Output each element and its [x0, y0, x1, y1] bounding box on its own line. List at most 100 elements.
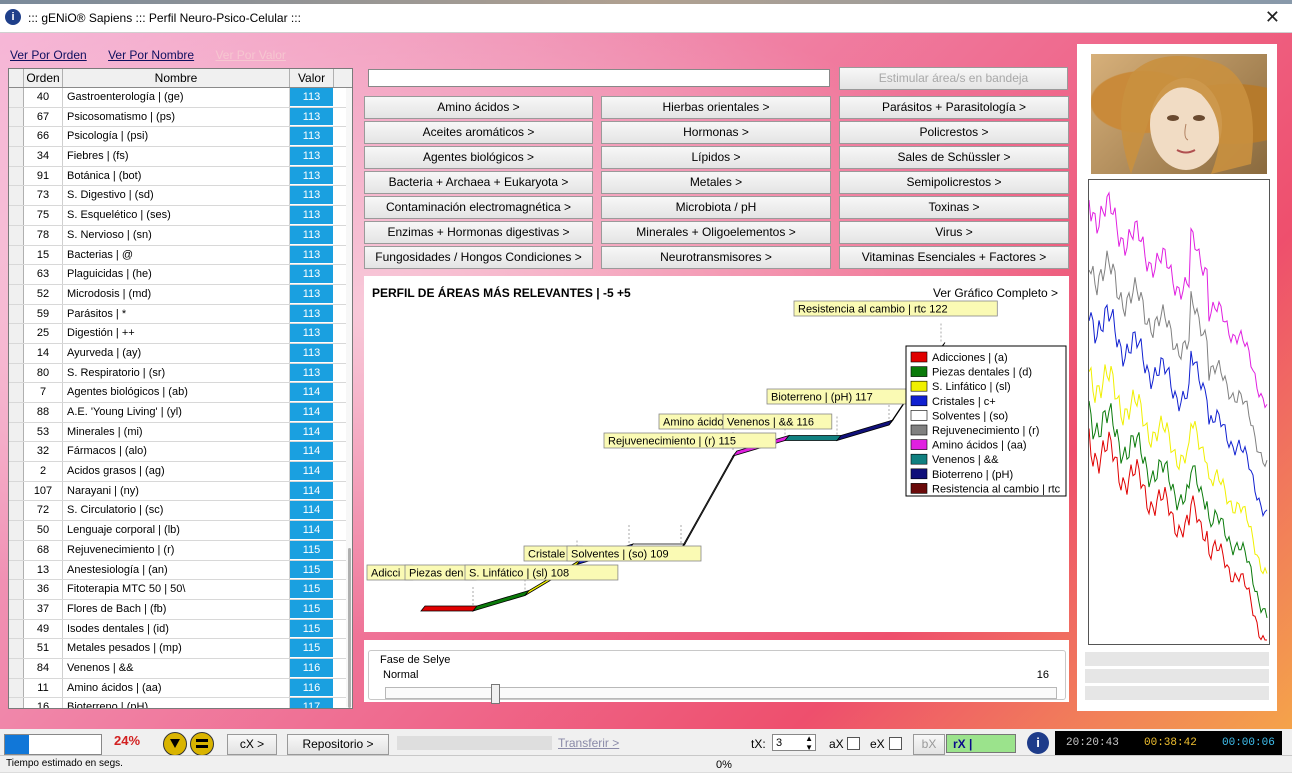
category-button[interactable]: Hierbas orientales >	[601, 96, 831, 119]
category-button[interactable]: Hormonas >	[601, 121, 831, 144]
row-selector[interactable]	[9, 186, 24, 206]
table-row[interactable]: 40 Gastroenterología | (ge) 113	[9, 88, 352, 108]
category-button[interactable]: Aceites aromáticos >	[364, 121, 593, 144]
transfer-link[interactable]: Transferir >	[558, 736, 619, 750]
row-selector[interactable]	[9, 678, 24, 698]
table-row[interactable]: 84 Venenos | && 116	[9, 658, 352, 679]
sort-by-name-link[interactable]: Ver Por Nombre	[108, 48, 194, 62]
table-row[interactable]: 63 Plaguicidas | (he) 113	[9, 265, 352, 285]
category-button[interactable]: Neurotransmisores >	[601, 246, 831, 269]
row-selector[interactable]	[9, 560, 24, 580]
selye-slider-track[interactable]	[385, 687, 1057, 699]
table-row[interactable]: 78 S. Nervioso | (sn) 113	[9, 225, 352, 246]
row-selector[interactable]	[9, 403, 24, 422]
row-selector[interactable]	[9, 698, 24, 708]
column-header-nombre[interactable]: Nombre	[63, 69, 290, 87]
category-button[interactable]: Minerales + Oligoelementos >	[601, 221, 831, 244]
category-button[interactable]: Amino ácidos >	[364, 96, 593, 119]
areas-table[interactable]: Orden Nombre Valor 40 Gastroenterología |…	[8, 68, 353, 709]
table-row[interactable]: 68 Rejuvenecimiento | (r) 115	[9, 540, 352, 561]
category-button[interactable]: Agentes biológicos >	[364, 146, 593, 169]
category-button[interactable]: Semipolicrestos >	[839, 171, 1069, 194]
table-row[interactable]: 88 A.E. 'Young Living' | (yl) 114	[9, 403, 352, 423]
table-row[interactable]: 107 Narayani | (ny) 114	[9, 481, 352, 502]
stimulate-areas-button[interactable]: Estimular área/s en bandeja	[839, 67, 1068, 90]
table-row[interactable]: 73 S. Digestivo | (sd) 113	[9, 186, 352, 207]
table-row[interactable]: 52 Microdosis | (md) 113	[9, 284, 352, 305]
row-selector[interactable]	[9, 324, 24, 343]
table-row[interactable]: 53 Minerales | (mi) 114	[9, 422, 352, 443]
row-selector[interactable]	[9, 88, 24, 107]
row-selector[interactable]	[9, 501, 24, 521]
table-row[interactable]: 37 Flores de Bach | (fb) 115	[9, 599, 352, 620]
row-selector[interactable]	[9, 304, 24, 324]
row-selector[interactable]	[9, 343, 24, 363]
row-selector[interactable]	[9, 107, 24, 127]
table-row[interactable]: 32 Fármacos | (alo) 114	[9, 442, 352, 463]
stepper-arrows-icon[interactable]: ▲ ▼	[805, 734, 813, 752]
row-selector[interactable]	[9, 599, 24, 619]
row-selector[interactable]	[9, 127, 24, 147]
close-icon[interactable]: ✕	[1265, 7, 1280, 28]
table-row[interactable]: 13 Anestesiología | (an) 115	[9, 560, 352, 581]
row-selector[interactable]	[9, 265, 24, 284]
bx-button[interactable]: bX	[913, 734, 945, 755]
cx-button[interactable]: cX >	[227, 734, 277, 755]
row-selector[interactable]	[9, 580, 24, 599]
table-row[interactable]: 36 Fitoterapia MTC 50 | 50\ 115	[9, 580, 352, 600]
scrollbar-thumb[interactable]	[348, 548, 351, 708]
row-selector[interactable]	[9, 442, 24, 462]
row-selector[interactable]	[9, 639, 24, 658]
table-row[interactable]: 16 Bioterreno | (pH) 117	[9, 698, 352, 708]
row-selector[interactable]	[9, 481, 24, 501]
row-selector[interactable]	[9, 619, 24, 639]
table-row[interactable]: 59 Parásitos | * 113	[9, 304, 352, 325]
table-row[interactable]: 50 Lenguaje corporal | (lb) 114	[9, 521, 352, 541]
table-row[interactable]: 91 Botánica | (bot) 113	[9, 166, 352, 187]
category-button[interactable]: Fungosidades / Hongos Condiciones >	[364, 246, 593, 269]
repository-button[interactable]: Repositorio >	[287, 734, 389, 755]
info-icon[interactable]: i	[1027, 732, 1049, 754]
category-button[interactable]: Parásitos + Parasitología >	[839, 96, 1069, 119]
ax-checkbox[interactable]	[847, 737, 860, 750]
table-row[interactable]: 66 Psicología | (psi) 113	[9, 127, 352, 148]
row-selector[interactable]	[9, 383, 24, 402]
tx-stepper[interactable]: 3 ▲ ▼	[772, 734, 816, 752]
row-selector[interactable]	[9, 422, 24, 442]
category-button[interactable]: Lípidos >	[601, 146, 831, 169]
row-selector[interactable]	[9, 284, 24, 304]
column-header-orden[interactable]: Orden	[24, 69, 63, 87]
tray-input-field[interactable]	[368, 69, 830, 87]
category-button[interactable]: Enzimas + Hormonas digestivas >	[364, 221, 593, 244]
row-selector[interactable]	[9, 462, 24, 481]
category-button[interactable]: Microbiota / pH	[601, 196, 831, 219]
category-button[interactable]: Metales >	[601, 171, 831, 194]
sort-by-order-link[interactable]: Ver Por Orden	[10, 48, 87, 62]
row-selector[interactable]	[9, 363, 24, 383]
table-row[interactable]: 34 Fiebres | (fs) 113	[9, 147, 352, 167]
selye-slider-thumb[interactable]	[491, 684, 500, 704]
category-button[interactable]: Vitaminas Esenciales + Factores >	[839, 246, 1069, 269]
table-row[interactable]: 67 Psicosomatismo | (ps) 113	[9, 107, 352, 128]
pause-control-icon[interactable]	[190, 732, 214, 756]
table-row[interactable]: 14 Ayurveda | (ay) 113	[9, 343, 352, 364]
table-row[interactable]: 2 Acidos grasos | (ag) 114	[9, 462, 352, 482]
category-button[interactable]: Virus >	[839, 221, 1069, 244]
table-scrollbar[interactable]	[346, 88, 352, 708]
row-selector[interactable]	[9, 658, 24, 678]
table-row[interactable]: 51 Metales pesados | (mp) 115	[9, 639, 352, 659]
category-button[interactable]: Policrestos >	[839, 121, 1069, 144]
row-selector[interactable]	[9, 147, 24, 166]
category-button[interactable]: Contaminación electromagnética >	[364, 196, 593, 219]
table-row[interactable]: 72 S. Circulatorio | (sc) 114	[9, 501, 352, 522]
row-selector[interactable]	[9, 206, 24, 225]
table-row[interactable]: 11 Amino ácidos | (aa) 116	[9, 678, 352, 699]
table-row[interactable]: 25 Digestión | ++ 113	[9, 324, 352, 344]
ex-checkbox[interactable]	[889, 737, 902, 750]
row-selector[interactable]	[9, 225, 24, 245]
row-selector[interactable]	[9, 540, 24, 560]
category-button[interactable]: Sales de Schüssler >	[839, 146, 1069, 169]
row-selector[interactable]	[9, 166, 24, 186]
table-row[interactable]: 80 S. Respiratorio | (sr) 113	[9, 363, 352, 384]
down-control-icon[interactable]	[163, 732, 187, 756]
